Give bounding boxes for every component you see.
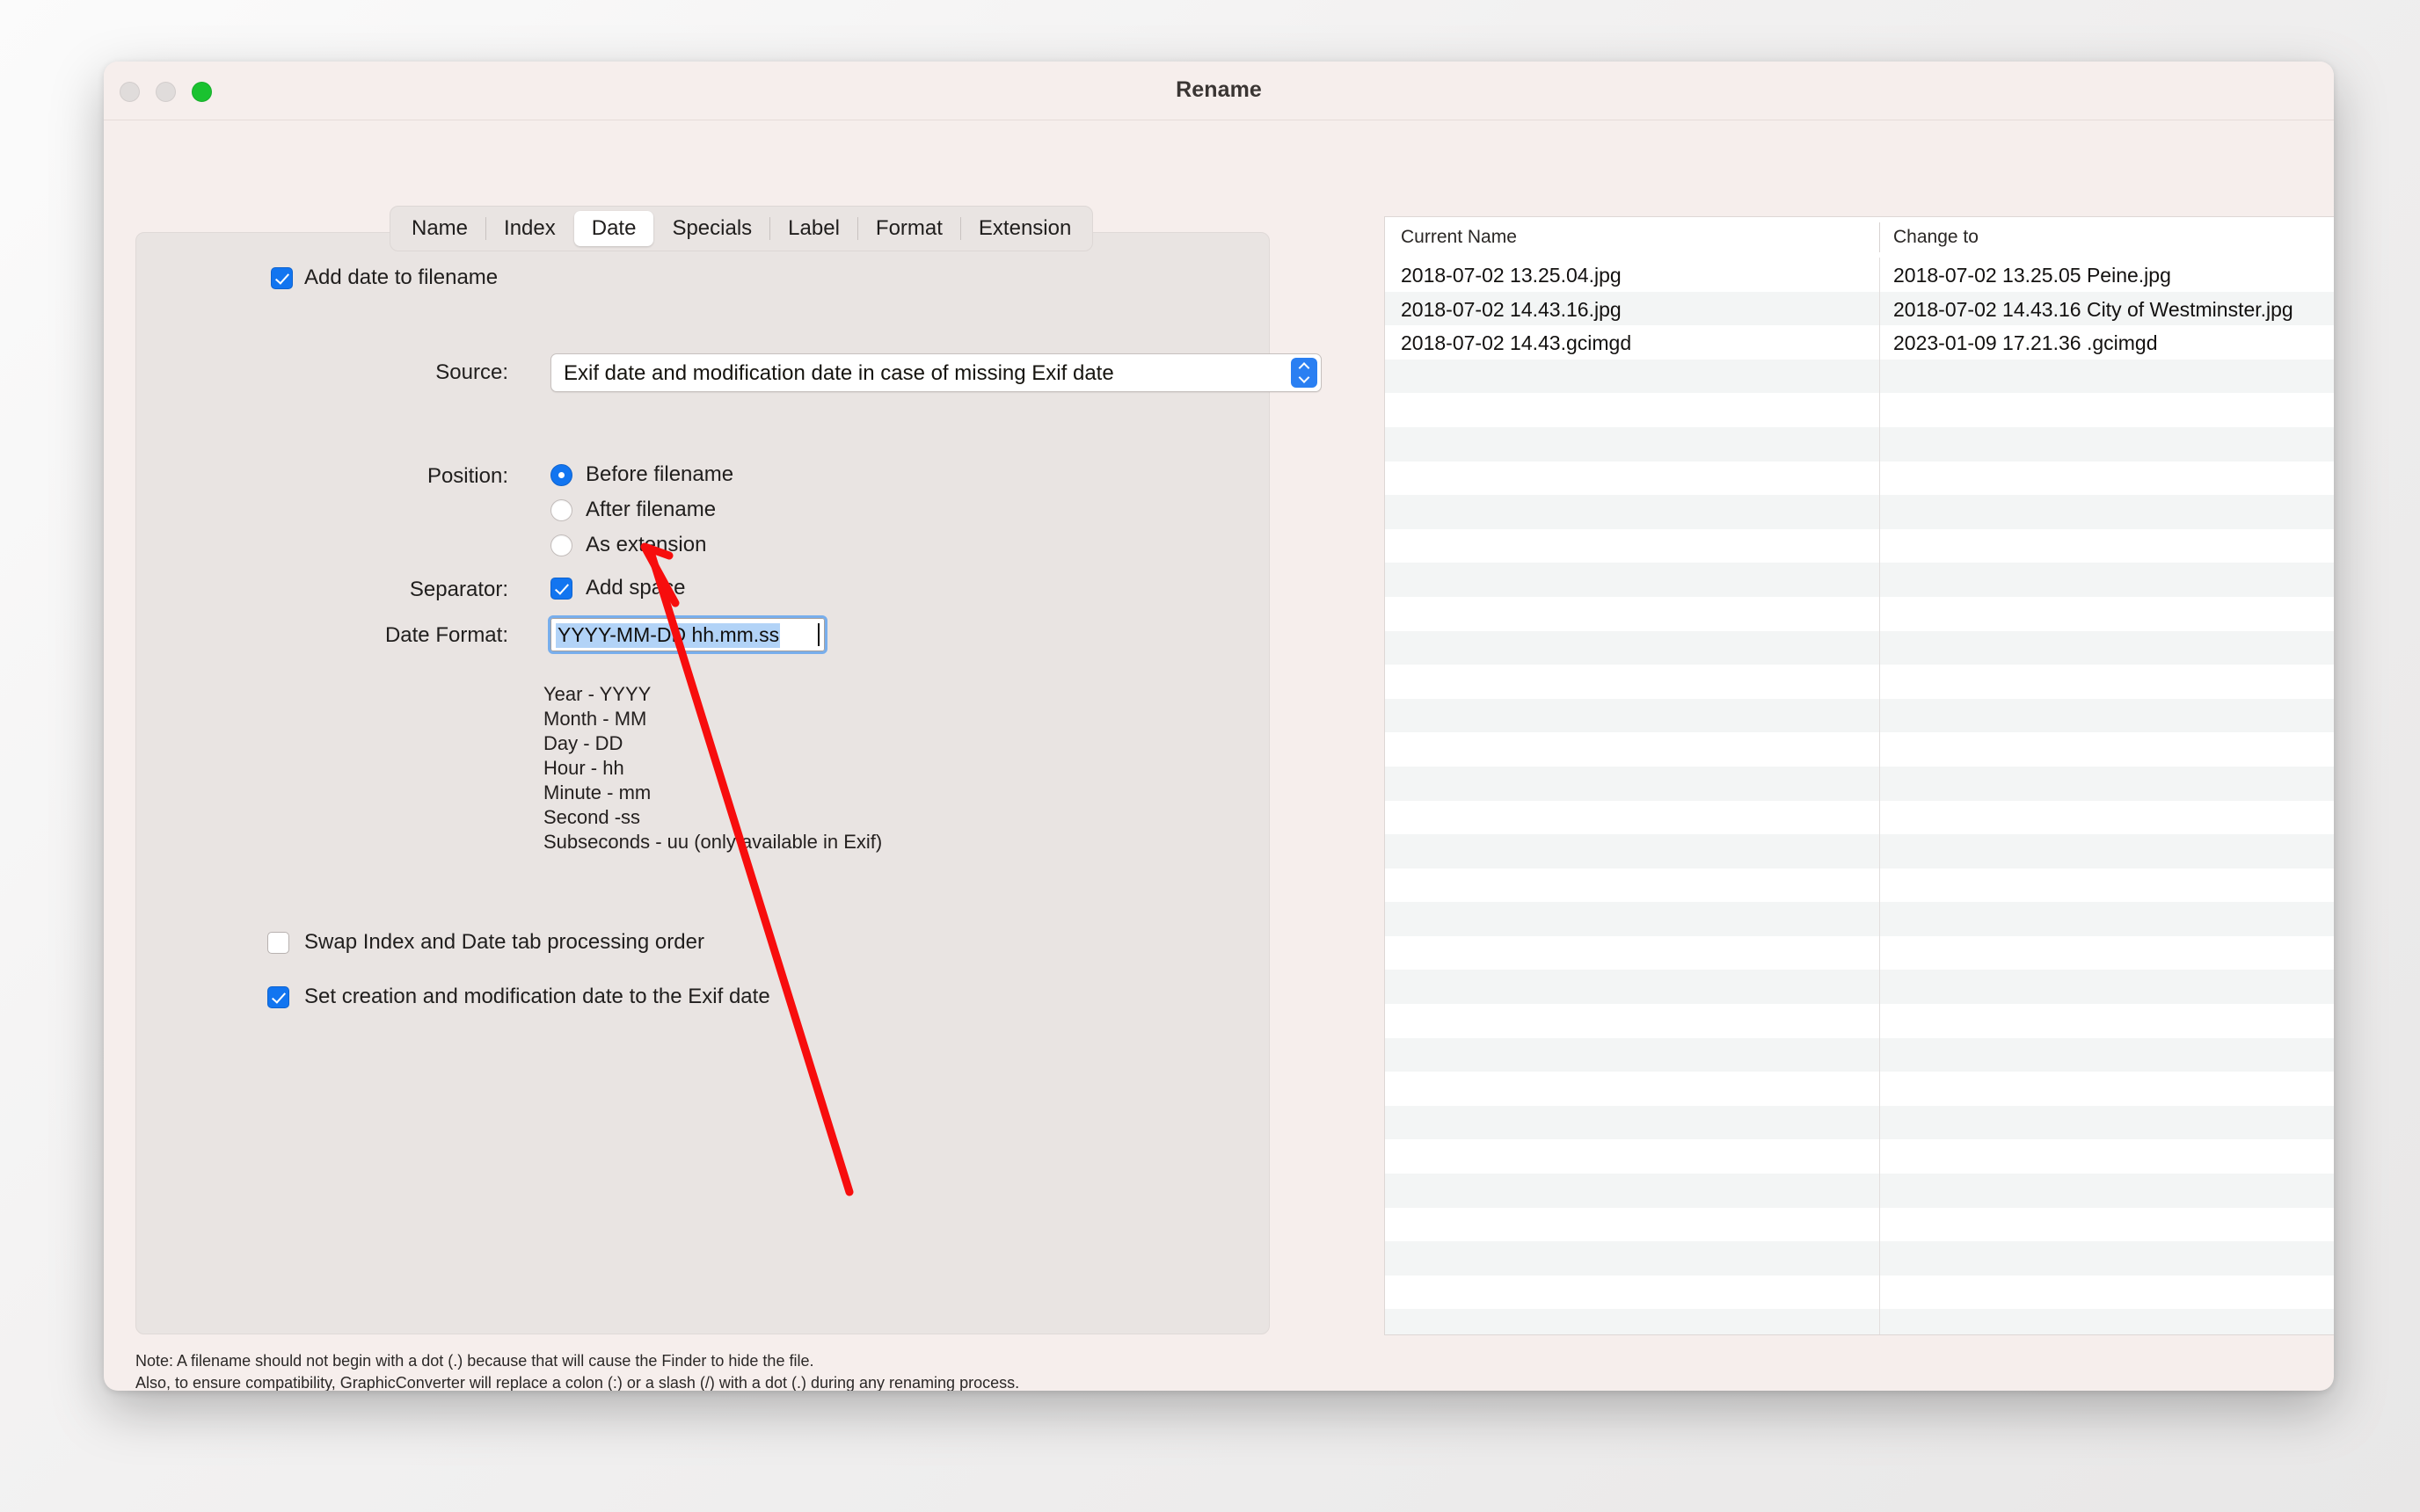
table-row[interactable] xyxy=(1385,1241,2334,1276)
source-label: Source: xyxy=(435,360,508,384)
table-row[interactable] xyxy=(1385,1037,2334,1072)
chevron-down-icon xyxy=(1300,374,1309,379)
legend-second: Second -ss xyxy=(543,806,641,828)
footer-note-line2: Also, to ensure compatibility, GraphicCo… xyxy=(135,1374,1020,1391)
window-title: Rename xyxy=(1176,77,1262,102)
footer-note: Note: A filename should not begin with a… xyxy=(135,1350,1019,1391)
table-row[interactable] xyxy=(1385,1072,2334,1106)
add-space-label: Add space xyxy=(586,576,686,600)
text-caret xyxy=(818,623,820,646)
source-selected-value: Exif date and modification date in case … xyxy=(564,361,1114,385)
table-row[interactable] xyxy=(1385,359,2334,394)
table-row[interactable]: 2018-07-02 14.43.gcimgd 2023-01-09 17.21.… xyxy=(1385,325,2334,360)
add-date-label: Add date to filename xyxy=(304,265,499,289)
table-row[interactable] xyxy=(1385,800,2334,835)
radio-as-extension[interactable] xyxy=(550,534,572,556)
add-date-checkbox[interactable] xyxy=(271,267,293,289)
rename-dialog-window: Rename Name Index Date Specials Label Fo… xyxy=(104,62,2334,1391)
table-row[interactable] xyxy=(1385,495,2334,529)
dialog-content: Name Index Date Specials Label Format Ex… xyxy=(104,120,2334,1391)
legend-subseconds: Subseconds - uu (only available in Exif) xyxy=(543,831,883,853)
table-row[interactable] xyxy=(1385,1139,2334,1174)
legend-month: Month - MM xyxy=(543,708,647,730)
legend-hour: Hour - hh xyxy=(543,757,624,779)
tab-bar: Name Index Date Specials Label Format Ex… xyxy=(390,206,1094,251)
table-row[interactable] xyxy=(1385,868,2334,903)
set-exif-date-checkbox[interactable] xyxy=(267,986,289,1008)
column-header-current-name[interactable]: Current Name xyxy=(1401,227,1517,248)
date-format-legend: Year - YYYY Month - MM Day - DD Hour - h… xyxy=(543,682,882,854)
table-row[interactable] xyxy=(1385,834,2334,869)
radio-before-filename-label: Before filename xyxy=(586,462,734,486)
radio-as-extension-label: As extension xyxy=(586,533,707,556)
table-row[interactable] xyxy=(1385,393,2334,427)
set-exif-date-label: Set creation and modification date to th… xyxy=(304,985,770,1008)
table-row[interactable] xyxy=(1385,1207,2334,1242)
tab-format[interactable]: Format xyxy=(858,211,960,246)
table-row[interactable] xyxy=(1385,1174,2334,1208)
radio-after-filename[interactable] xyxy=(550,499,572,521)
table-row[interactable] xyxy=(1385,970,2334,1005)
position-label: Position: xyxy=(426,464,508,488)
legend-minute: Minute - mm xyxy=(543,781,652,803)
table-row[interactable] xyxy=(1385,630,2334,665)
table-row[interactable] xyxy=(1385,1275,2334,1310)
swap-order-label: Swap Index and Date tab processing order xyxy=(304,930,704,954)
tab-label[interactable]: Label xyxy=(770,211,857,246)
date-format-field[interactable]: YYYY-MM-DD hh.mm.ss xyxy=(548,615,827,654)
table-row[interactable] xyxy=(1385,528,2334,563)
radio-before-filename[interactable] xyxy=(550,464,572,486)
list-body[interactable]: 2018-07-02 13.25.04.jpg 2018-07-02 13.25.… xyxy=(1385,258,2334,1334)
source-stepper-icon[interactable] xyxy=(1291,358,1317,388)
date-format-label: Date Format: xyxy=(384,623,508,647)
column-header-change-to[interactable]: Change to xyxy=(1893,227,1979,248)
column-divider[interactable] xyxy=(1879,222,1880,252)
legend-year: Year - YYYY xyxy=(543,683,652,705)
table-row[interactable]: 2018-07-02 13.25.04.jpg 2018-07-02 13.25.… xyxy=(1385,258,2334,292)
tab-extension[interactable]: Extension xyxy=(961,211,1089,246)
separator-label: Separator: xyxy=(409,578,508,601)
table-row[interactable]: 2018-07-02 14.43.16.jpg 2018-07-02 14.43.… xyxy=(1385,291,2334,326)
tab-name[interactable]: Name xyxy=(394,211,485,246)
footer-note-line1: Note: A filename should not begin with a… xyxy=(135,1352,814,1370)
tab-specials[interactable]: Specials xyxy=(654,211,769,246)
table-row[interactable] xyxy=(1385,1105,2334,1140)
table-row[interactable] xyxy=(1385,732,2334,767)
table-row[interactable] xyxy=(1385,698,2334,733)
tab-index[interactable]: Index xyxy=(486,211,573,246)
table-row[interactable] xyxy=(1385,596,2334,631)
chevron-up-icon xyxy=(1300,364,1309,369)
table-row[interactable] xyxy=(1385,665,2334,699)
table-row[interactable] xyxy=(1385,426,2334,462)
cell-change-to: 2018-07-02 14.43.16 City of Westminster.… xyxy=(1893,297,2293,321)
table-row[interactable] xyxy=(1385,1004,2334,1038)
cell-current-name: 2018-07-02 14.43.gcimgd xyxy=(1401,331,1632,355)
swap-order-checkbox[interactable] xyxy=(267,932,289,954)
table-row[interactable] xyxy=(1385,461,2334,496)
date-format-value: YYYY-MM-DD hh.mm.ss xyxy=(556,623,781,649)
cell-change-to: 2023-01-09 17.21.36 .gcimgd xyxy=(1893,331,2158,355)
title-bar: Rename xyxy=(104,62,2334,120)
cell-change-to: 2018-07-02 13.25.05 Peine.jpg xyxy=(1893,264,2171,287)
table-row[interactable] xyxy=(1385,1309,2334,1334)
table-row[interactable] xyxy=(1385,563,2334,597)
list-header: Current Name Change to xyxy=(1385,217,2334,258)
legend-day: Day - DD xyxy=(543,732,623,754)
table-row[interactable] xyxy=(1385,935,2334,970)
table-row[interactable] xyxy=(1385,902,2334,936)
radio-after-filename-label: After filename xyxy=(586,498,717,521)
source-dropdown[interactable]: Exif date and modification date in case … xyxy=(550,353,1322,392)
table-row[interactable] xyxy=(1385,766,2334,801)
list-rows: 2018-07-02 13.25.04.jpg 2018-07-02 13.25.… xyxy=(1385,258,2334,1334)
cell-current-name: 2018-07-02 13.25.04.jpg xyxy=(1401,264,1622,287)
cell-current-name: 2018-07-02 14.43.16.jpg xyxy=(1401,297,1622,321)
add-space-checkbox[interactable] xyxy=(550,578,572,600)
tab-date[interactable]: Date xyxy=(573,211,654,246)
rename-preview-list: Current Name Change to 2018-07-02 13.25.… xyxy=(1384,216,2334,1335)
